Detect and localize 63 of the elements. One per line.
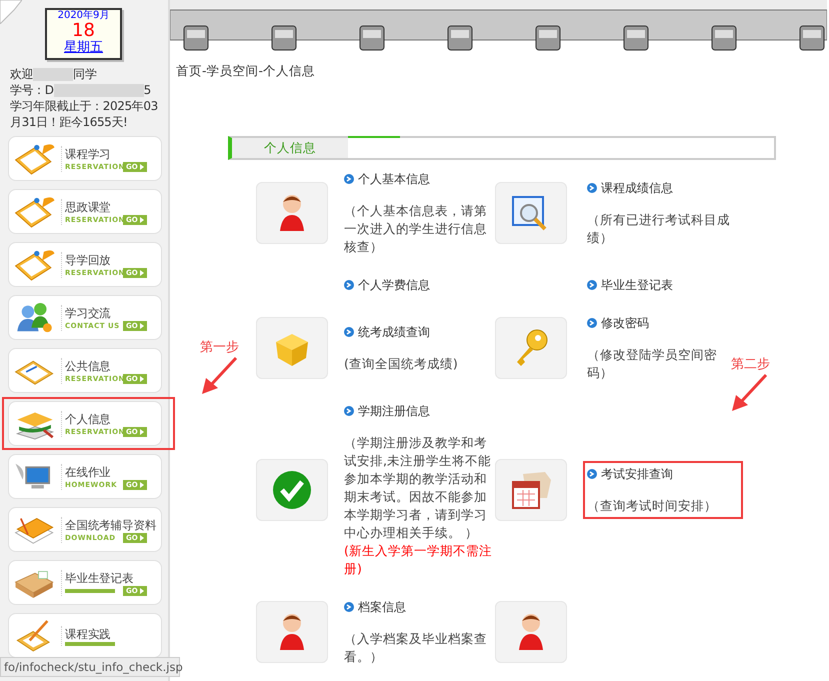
student-id-end: 5 <box>144 82 151 98</box>
menu-description: （修改登陆学员空间密码） <box>587 346 718 382</box>
menu-link[interactable]: 修改密码 <box>587 314 739 332</box>
sidebar-item-title: 公共信息 <box>65 358 112 374</box>
arrow-bullet-icon <box>344 406 354 416</box>
sidebar-item-title: 个人信息 <box>65 410 112 426</box>
sidebar-item-title: 学习交流 <box>65 304 112 320</box>
sidebar-item-title: 在线作业 <box>65 464 112 480</box>
arrow-bullet-icon <box>344 327 354 337</box>
menu-tile[interactable] <box>256 317 328 379</box>
weekday-link[interactable]: 星期五 <box>64 40 103 56</box>
url-tooltip: fo/infocheck/stu_info_check.jsp <box>0 657 180 677</box>
underline-bar <box>65 588 115 592</box>
menu-link[interactable]: 考试安排查询 <box>587 465 739 483</box>
menu-description: （入学档案及毕业档案查看。） <box>344 630 488 666</box>
breadcrumb: 首页-学员空间-个人信息 <box>175 62 316 80</box>
menu-tile[interactable] <box>495 182 567 244</box>
annotation-arrow <box>730 373 770 413</box>
menu-link[interactable]: 学期注册信息 <box>344 402 491 420</box>
sidebar-item-title: 课程学习 <box>65 146 112 162</box>
menu-tile[interactable] <box>256 182 328 244</box>
menu-link[interactable]: 档案信息 <box>344 598 491 616</box>
menu-tile[interactable] <box>256 601 328 663</box>
redacted-name <box>33 68 74 80</box>
check-icon <box>270 468 314 512</box>
menu-description: （学期注册涉及教学和考试安排,未注册学生将不能参加本学期的教学活动和期末考试。因故不能参加本学期学习者，请到学习中心办理相关手续。 ） (新生入学第一学期不需注册) <box>344 434 493 578</box>
page-curl-icon <box>0 0 22 24</box>
menu-tile[interactable] <box>256 459 328 521</box>
arrow-bullet-icon <box>587 280 597 290</box>
sidebar-item-title: 思政课堂 <box>65 198 112 214</box>
annotation-arrow <box>200 356 240 396</box>
menu-tile[interactable] <box>495 459 567 521</box>
menu-tile[interactable] <box>495 317 567 379</box>
calendar-day: 18 <box>72 22 95 40</box>
menu-link[interactable]: 统考成绩查询 <box>344 323 491 341</box>
menu-link[interactable]: 个人学费信息 <box>344 276 491 294</box>
menu-description: （查询考试时间安排） <box>587 497 718 515</box>
sidebar-item[interactable]: 课程实践 <box>8 613 162 658</box>
annotation-label: 第二步 <box>731 356 770 373</box>
study-deadline-text: 学习年限截止于：2025年03月31日！距今1655天! <box>10 98 159 130</box>
menu-link[interactable]: 毕业生登记表 <box>587 276 739 294</box>
sidebar-item-title: 导学回放 <box>65 252 112 268</box>
arrow-bullet-icon <box>587 318 597 328</box>
arrow-bullet-icon <box>344 280 354 290</box>
sidebar-item-title: 课程实践 <box>65 626 112 642</box>
menu-link[interactable]: 个人基本信息 <box>344 170 491 188</box>
welcome-suffix: 同学 <box>73 66 96 82</box>
annotation-label: 第一步 <box>200 339 240 356</box>
welcome-text: 欢迎 <box>10 66 34 82</box>
menu-description: （所有已进行考试科目成绩） <box>587 211 731 247</box>
underline-bar <box>65 642 115 646</box>
menu-link[interactable]: 课程成绩信息 <box>587 179 739 197</box>
menu-description: (查询全国统考成绩) <box>344 355 459 373</box>
sidebar-item-title: 全国统考辅导资料 <box>65 516 156 532</box>
menu-description: （个人基本信息表，请第一次进入的学生进行信息核查） <box>344 202 488 256</box>
arrow-bullet-icon <box>344 174 354 184</box>
menu-tile[interactable] <box>495 601 567 663</box>
arrow-bullet-icon <box>344 602 354 612</box>
calendar-month: 2020年9月 <box>58 10 110 22</box>
arrow-bullet-icon <box>587 469 597 479</box>
student-id-label: 学号：D <box>10 82 54 98</box>
sidebar-item-title: 毕业生登记表 <box>65 570 134 586</box>
arrow-bullet-icon <box>587 183 597 193</box>
